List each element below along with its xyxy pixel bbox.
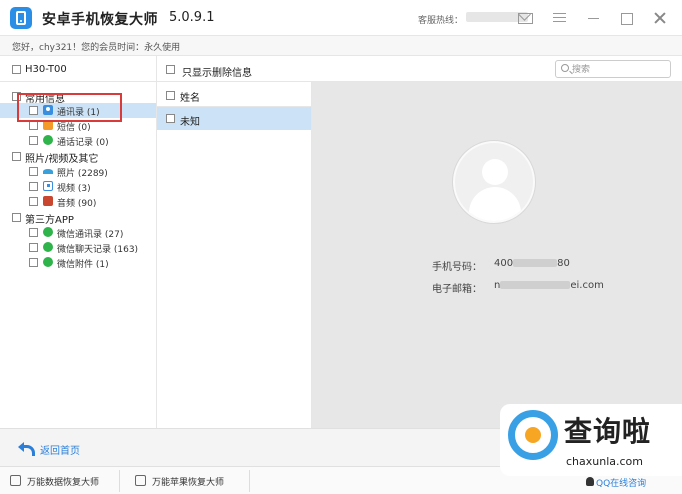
email-label: 电子邮箱： [432,284,482,295]
phone-value: 400 80 [494,258,570,269]
tree-item-label: 音频 (90) [57,199,97,209]
contact-list: 姓名 未知 [157,82,312,428]
item-checkbox[interactable] [29,197,38,206]
audio-icon [43,196,53,206]
apple-recovery-label: 万能苹果恢复大师 [152,478,225,488]
photos-icon [43,166,53,176]
call-log-icon [43,135,53,145]
category-checkbox[interactable] [12,152,21,161]
category-media[interactable]: 照片/视频及其它 [0,149,156,165]
tree-item-label: 照片 (2289) [57,169,108,179]
app-logo-icon [10,7,32,29]
tree-item-label: 微信聊天记录 (163) [57,245,139,255]
mail-icon[interactable] [515,8,535,28]
phone-label: 手机号码： [432,262,482,273]
list-header: 姓名 [157,82,311,107]
contact-detail: 手机号码： 400 80 电子邮箱： n ei.com [312,82,682,428]
data-recovery-label: 万能数据恢复大师 [27,478,100,488]
avatar-icon [453,141,535,223]
menu-icon[interactable] [550,8,570,28]
category-checkbox[interactable] [12,213,21,222]
device-checkbox[interactable] [12,65,21,74]
list-item[interactable]: 未知 [157,107,311,130]
minimize-icon[interactable] [584,8,604,28]
row-checkbox[interactable] [166,114,175,123]
select-all-checkbox[interactable] [166,91,175,100]
item-checkbox[interactable] [29,243,38,252]
watermark: 查询啦 chaxunla.com [500,404,682,476]
close-icon[interactable] [650,8,670,28]
column-header-name: 姓名 [180,93,200,104]
tree-item-label: 微信附件 (1) [57,260,109,270]
item-checkbox[interactable] [29,167,38,176]
app-icon [10,475,21,486]
tree-item-photos[interactable]: 照片 (2289) [0,164,156,179]
data-recovery-button[interactable]: 万能数据恢复大师 [0,470,120,492]
category-label: 第三方APP [25,215,74,226]
app-version: 5.0.9.1 [169,10,215,25]
category-third-party-apps[interactable]: 第三方APP [0,210,156,226]
item-checkbox[interactable] [29,136,38,145]
wechat-icon [43,242,53,252]
only-deleted-label: 只显示删除信息 [182,68,252,79]
member-greeting: 您好，chy321！您的会员时间：永久使用 [0,36,682,56]
wechat-icon [43,257,53,267]
tree-item-call-log[interactable]: 通话记录 (0) [0,133,156,148]
divider [156,56,157,82]
annotation-highlight-box [17,93,122,122]
search-icon [561,64,569,72]
tree-item-audio[interactable]: 音频 (90) [0,194,156,209]
wechat-icon [43,227,53,237]
item-checkbox[interactable] [29,228,38,237]
back-home-link[interactable]: 返回首页 [40,442,80,457]
search-input[interactable] [572,63,666,76]
contact-name: 未知 [180,117,200,128]
category-tree: 常用信息 通讯录 (1) 短信 (0) 通话记录 (0) 照片/视频及其它 照片… [0,82,157,428]
email-value: n ei.com [494,280,604,291]
app-title: 安卓手机恢复大师 [42,12,158,28]
item-checkbox[interactable] [29,258,38,267]
tree-item-wechat-chats[interactable]: 微信聊天记录 (163) [0,240,156,255]
toolbar: H30-T00 只显示删除信息 [0,56,682,82]
title-bar: 安卓手机恢复大师 5.0.9.1 客服热线： [0,0,682,36]
only-deleted-checkbox[interactable] [166,65,175,74]
qq-online-link[interactable]: QQ在线咨询 [596,476,646,489]
maximize-icon[interactable] [617,8,637,28]
tree-item-label: 通话记录 (0) [57,138,109,148]
item-checkbox[interactable] [29,121,38,130]
item-checkbox[interactable] [29,182,38,191]
tree-item-label: 微信通讯录 (27) [57,230,124,240]
apple-recovery-button[interactable]: 万能苹果恢复大师 [125,470,250,492]
search-box[interactable] [555,60,671,78]
hotline-label: 客服热线： [418,16,464,26]
watermark-url: chaxunla.com [566,455,643,468]
tree-item-wechat-contacts[interactable]: 微信通讯录 (27) [0,225,156,240]
back-arrow-icon[interactable] [18,442,35,456]
video-icon [43,181,53,191]
tree-item-wechat-attachments[interactable]: 微信附件 (1) [0,255,156,270]
tree-item-video[interactable]: 视频 (3) [0,179,156,194]
tree-item-label: 视频 (3) [57,184,91,194]
watermark-logo-icon [508,410,558,460]
qq-icon [586,477,594,486]
category-label: 照片/视频及其它 [25,154,99,165]
apple-icon [135,475,146,486]
device-label: H30-T00 [25,64,67,75]
watermark-text: 查询啦 [564,415,652,448]
